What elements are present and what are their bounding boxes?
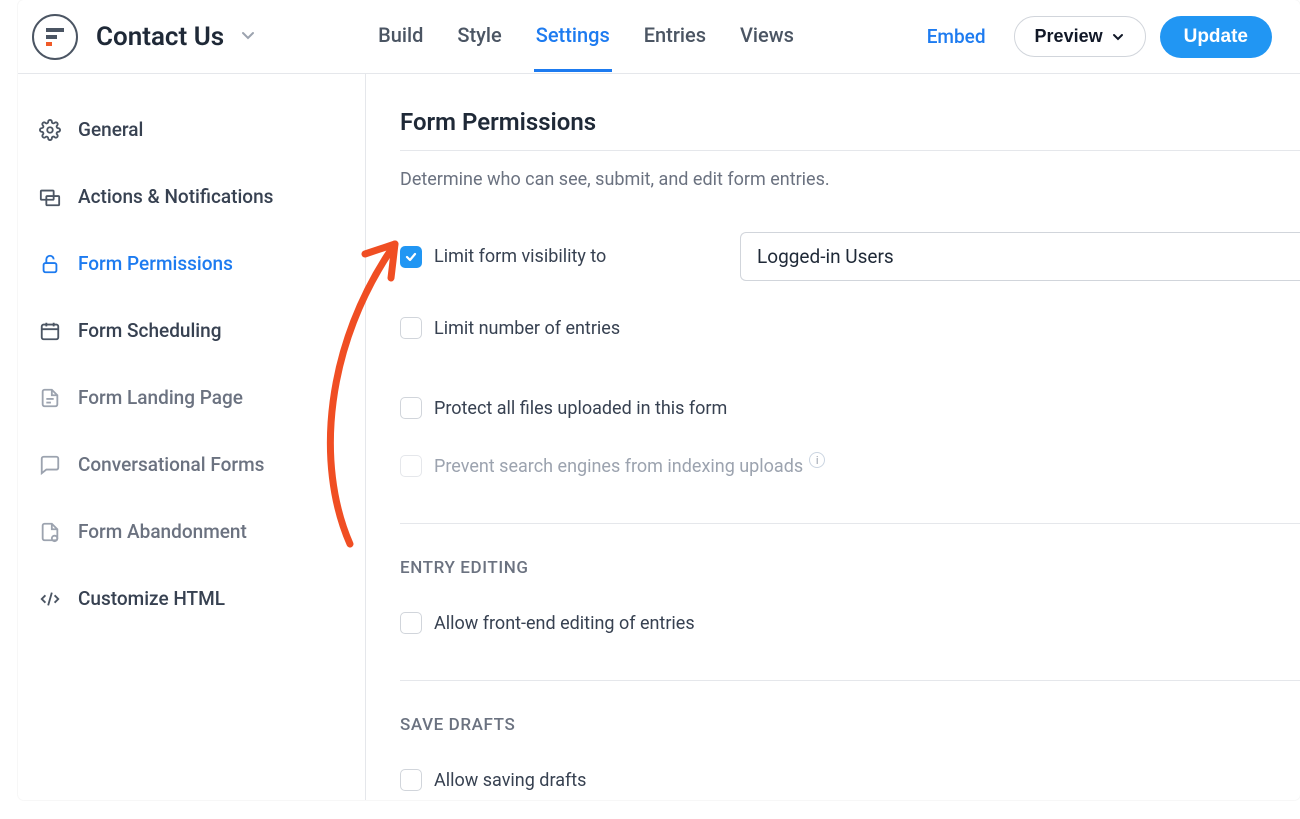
label-allow-saving-drafts: Allow saving drafts: [434, 770, 586, 791]
label-protect-files: Protect all files uploaded in this form: [434, 398, 727, 419]
checkbox-prevent-indexing: [400, 455, 422, 477]
form-title[interactable]: Contact Us: [96, 22, 224, 52]
sidebar-item-customize-html[interactable]: Customize HTML: [18, 565, 365, 632]
preview-button[interactable]: Preview: [1014, 16, 1146, 57]
sidebar-item-landing[interactable]: Form Landing Page: [18, 364, 365, 431]
tab-build[interactable]: Build: [376, 1, 425, 72]
embed-link[interactable]: Embed: [927, 25, 986, 48]
checkbox-limit-visibility[interactable]: [400, 246, 422, 268]
gear-icon: [38, 119, 62, 141]
page-subtitle: Determine who can see, submit, and edit …: [400, 151, 1300, 224]
checkbox-limit-entries[interactable]: [400, 317, 422, 339]
code-icon: [38, 588, 62, 610]
chevron-down-icon[interactable]: [240, 27, 256, 47]
lock-icon: [38, 253, 62, 275]
sidebar-label: Form Scheduling: [78, 319, 222, 342]
calendar-icon: [38, 320, 62, 342]
tab-style[interactable]: Style: [455, 1, 503, 72]
topbar: Contact Us Build Style Settings Entries …: [18, 0, 1300, 74]
sidebar-label: Conversational Forms: [78, 453, 264, 476]
tab-entries[interactable]: Entries: [642, 1, 708, 72]
info-icon[interactable]: i: [809, 452, 825, 468]
main-tabs: Build Style Settings Entries Views: [376, 1, 796, 72]
sidebar-item-conversational[interactable]: Conversational Forms: [18, 431, 365, 498]
tab-settings[interactable]: Settings: [534, 1, 612, 72]
row-protect-files: Protect all files uploaded in this form: [400, 389, 1300, 447]
label-limit-visibility: Limit form visibility to: [434, 246, 606, 267]
visibility-select[interactable]: Logged-in Users: [740, 232, 1300, 281]
sidebar: General Actions & Notifications Form Per…: [18, 74, 366, 800]
sidebar-label: Customize HTML: [78, 587, 225, 610]
sidebar-label: Actions & Notifications: [78, 185, 273, 208]
sidebar-label: Form Abandonment: [78, 520, 247, 543]
label-allow-front-edit: Allow front-end editing of entries: [434, 613, 695, 634]
row-limit-visibility: Limit form visibility to Logged-in Users: [400, 224, 1300, 309]
checkbox-allow-saving-drafts[interactable]: [400, 769, 422, 791]
sidebar-label: Form Permissions: [78, 252, 233, 275]
chevron-down-icon: [1111, 30, 1125, 44]
row-allow-front-edit: Allow front-end editing of entries: [400, 604, 1300, 668]
abandonment-icon: [38, 521, 62, 543]
section-entry-editing: ENTRY EDITING: [400, 524, 1300, 604]
tab-views[interactable]: Views: [738, 1, 796, 72]
sidebar-item-actions[interactable]: Actions & Notifications: [18, 163, 365, 230]
preview-label: Preview: [1035, 26, 1103, 47]
page-title: Form Permissions: [400, 108, 1300, 151]
sidebar-label: General: [78, 118, 143, 141]
sidebar-item-scheduling[interactable]: Form Scheduling: [18, 297, 365, 364]
sidebar-item-abandonment[interactable]: Form Abandonment: [18, 498, 365, 565]
sidebar-label: Form Landing Page: [78, 386, 243, 409]
actions-icon: [38, 186, 62, 208]
sidebar-item-general[interactable]: General: [18, 96, 365, 163]
row-limit-entries: Limit number of entries: [400, 309, 1300, 367]
page-icon: [38, 387, 62, 409]
sidebar-item-permissions[interactable]: Form Permissions: [18, 230, 365, 297]
row-allow-saving-drafts: Allow saving drafts: [400, 761, 1300, 819]
visibility-value: Logged-in Users: [757, 245, 894, 268]
update-button[interactable]: Update: [1160, 16, 1272, 58]
checkbox-allow-front-edit[interactable]: [400, 612, 422, 634]
row-prevent-indexing: Prevent search engines from indexing upl…: [400, 447, 1300, 511]
chat-icon: [38, 454, 62, 476]
section-save-drafts: SAVE DRAFTS: [400, 681, 1300, 761]
label-limit-entries: Limit number of entries: [434, 318, 620, 339]
checkbox-protect-files[interactable]: [400, 397, 422, 419]
logo-icon: [32, 14, 78, 60]
main-panel: Form Permissions Determine who can see, …: [366, 74, 1300, 800]
label-prevent-indexing: Prevent search engines from indexing upl…: [434, 456, 803, 477]
